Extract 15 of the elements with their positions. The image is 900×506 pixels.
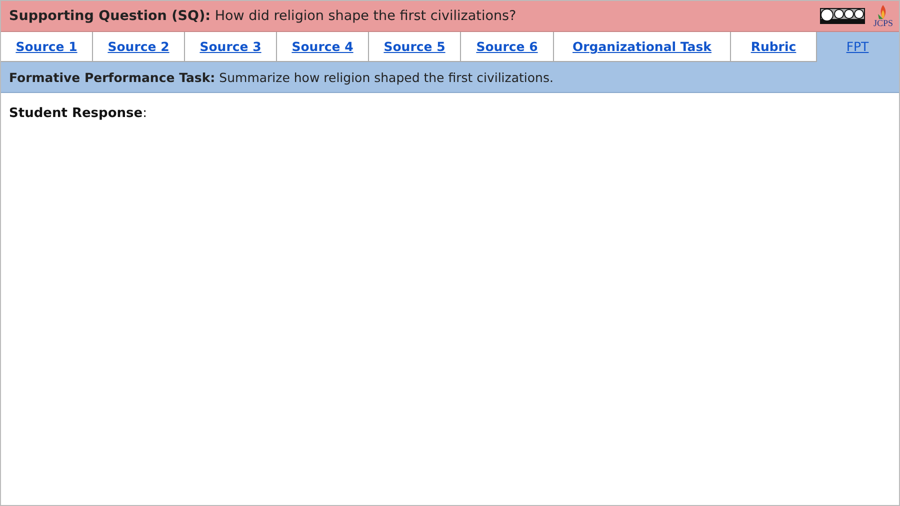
source-tab[interactable]: Source 1 (1, 32, 93, 62)
supporting-question: Supporting Question (SQ): How did religion shape the first civilizations? (9, 8, 518, 24)
source-tab[interactable]: Source 2 (93, 32, 185, 62)
source-tab[interactable]: Organizational Task (554, 32, 731, 62)
source-tab[interactable]: Source 5 (369, 32, 461, 62)
source-tab[interactable]: FPT (817, 32, 899, 62)
response-area[interactable]: Student Response: (1, 93, 899, 505)
license-badge-icon (820, 8, 866, 24)
source-tab[interactable]: Source 4 (277, 32, 369, 62)
source-tab[interactable]: Rubric (731, 32, 817, 62)
district-logo: JCPS (873, 4, 893, 28)
task-prompt: Formative Performance Task: Summarize how religion shaped the first civilizations. (9, 70, 554, 84)
response-label: Student Response: (9, 106, 147, 121)
source-tab[interactable]: Source 6 (461, 32, 554, 62)
source-tab[interactable]: Source 3 (185, 32, 277, 62)
